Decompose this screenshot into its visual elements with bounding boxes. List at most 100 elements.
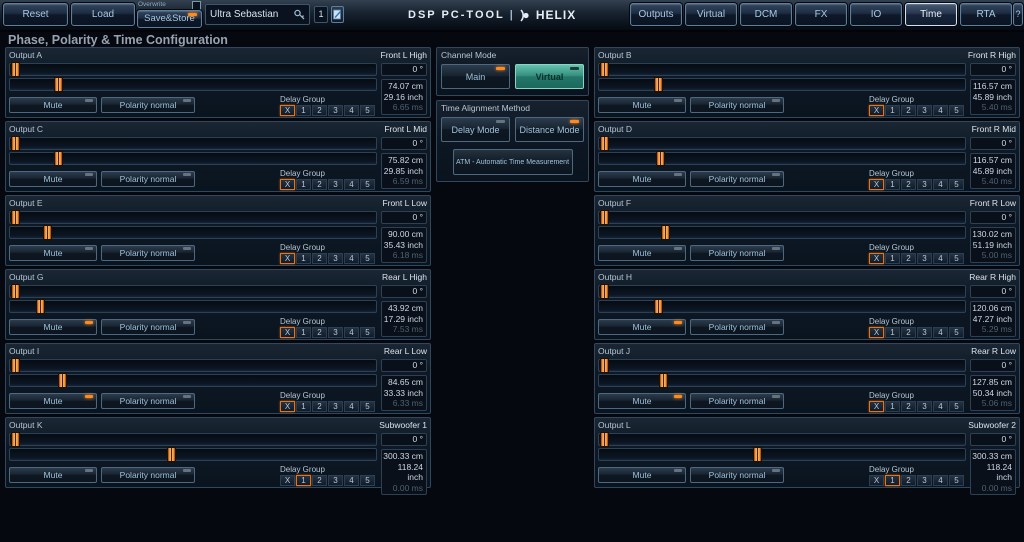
- delay-group-1[interactable]: 1: [296, 105, 311, 116]
- mute-button[interactable]: Mute: [9, 467, 97, 483]
- phase-slider-handle[interactable]: [11, 62, 20, 77]
- delay-group-X[interactable]: X: [280, 401, 295, 412]
- nav-outputs[interactable]: Outputs: [630, 3, 682, 26]
- phase-slider[interactable]: [9, 63, 377, 76]
- save-store-button[interactable]: Save&Store: [137, 10, 202, 28]
- nav-fx[interactable]: FX: [795, 3, 847, 26]
- nav-rta[interactable]: RTA: [960, 3, 1012, 26]
- delay-group-5[interactable]: 5: [360, 105, 375, 116]
- delay-group-X[interactable]: X: [869, 105, 884, 116]
- polarity-button[interactable]: Polarity normal: [101, 245, 195, 261]
- distance-slider[interactable]: [9, 152, 377, 165]
- phase-slider[interactable]: [598, 137, 966, 150]
- distance-info-box[interactable]: 130.02 cm 51.19 inch 5.00 ms: [970, 227, 1016, 263]
- delay-group-2[interactable]: 2: [312, 475, 327, 486]
- polarity-button[interactable]: Polarity normal: [101, 319, 195, 335]
- distance-slider[interactable]: [9, 78, 377, 91]
- delay-group-3[interactable]: 3: [917, 401, 932, 412]
- delay-group-X[interactable]: X: [280, 475, 295, 486]
- polarity-button[interactable]: Polarity normal: [690, 393, 784, 409]
- delay-group-5[interactable]: 5: [360, 401, 375, 412]
- delay-group-2[interactable]: 2: [901, 105, 916, 116]
- distance-slider[interactable]: [598, 152, 966, 165]
- delay-group-1[interactable]: 1: [296, 253, 311, 264]
- distance-cm-value[interactable]: 300.33 cm: [382, 451, 423, 462]
- polarity-button[interactable]: Polarity normal: [101, 171, 195, 187]
- polarity-button[interactable]: Polarity normal: [101, 467, 195, 483]
- phase-value-field[interactable]: 0 °: [381, 285, 427, 298]
- mute-button[interactable]: Mute: [598, 245, 686, 261]
- delay-group-X[interactable]: X: [869, 179, 884, 190]
- distance-cm-value[interactable]: 116.57 cm: [971, 155, 1012, 166]
- phase-slider-handle[interactable]: [600, 210, 609, 225]
- phase-value-field[interactable]: 0 °: [381, 137, 427, 150]
- mute-button[interactable]: Mute: [598, 319, 686, 335]
- delay-group-X[interactable]: X: [869, 327, 884, 338]
- distance-info-box[interactable]: 74.07 cm 29.16 inch 6.65 ms: [381, 79, 427, 115]
- phase-value-field[interactable]: 0 °: [381, 433, 427, 446]
- delay-group-2[interactable]: 2: [901, 475, 916, 486]
- phase-value-field[interactable]: 0 °: [970, 63, 1016, 76]
- delay-group-3[interactable]: 3: [917, 253, 932, 264]
- delay-group-2[interactable]: 2: [312, 401, 327, 412]
- delay-group-2[interactable]: 2: [312, 327, 327, 338]
- distance-slider-handle[interactable]: [43, 225, 52, 240]
- distance-cm-value[interactable]: 75.82 cm: [382, 155, 423, 166]
- delay-group-5[interactable]: 5: [360, 179, 375, 190]
- reset-button[interactable]: Reset: [3, 3, 68, 26]
- delay-group-4[interactable]: 4: [933, 327, 948, 338]
- device-count-field[interactable]: 1: [314, 6, 328, 23]
- distance-slider-handle[interactable]: [58, 373, 67, 388]
- delay-group-X[interactable]: X: [869, 475, 884, 486]
- delay-group-5[interactable]: 5: [949, 253, 964, 264]
- distance-info-box[interactable]: 84.65 cm 33.33 inch 6.33 ms: [381, 375, 427, 411]
- distance-info-box[interactable]: 127.85 cm 50.34 inch 5.06 ms: [970, 375, 1016, 411]
- delay-group-3[interactable]: 3: [917, 105, 932, 116]
- delay-group-X[interactable]: X: [869, 253, 884, 264]
- distance-slider-handle[interactable]: [167, 447, 176, 462]
- delay-group-4[interactable]: 4: [344, 401, 359, 412]
- distance-slider-handle[interactable]: [36, 299, 45, 314]
- delay-group-X[interactable]: X: [280, 253, 295, 264]
- phase-slider[interactable]: [598, 211, 966, 224]
- distance-slider[interactable]: [598, 78, 966, 91]
- load-button[interactable]: Load: [71, 3, 135, 26]
- distance-cm-value[interactable]: 43.92 cm: [382, 303, 423, 314]
- distance-slider[interactable]: [598, 226, 966, 239]
- phase-slider[interactable]: [9, 433, 377, 446]
- delay-group-4[interactable]: 4: [344, 327, 359, 338]
- phase-slider-handle[interactable]: [11, 210, 20, 225]
- delay-group-4[interactable]: 4: [933, 475, 948, 486]
- phase-slider-handle[interactable]: [11, 136, 20, 151]
- distance-slider[interactable]: [598, 448, 966, 461]
- overwrite-checkbox[interactable]: [192, 1, 201, 10]
- delay-group-1[interactable]: 1: [885, 401, 900, 412]
- phase-value-field[interactable]: 0 °: [381, 359, 427, 372]
- mute-button[interactable]: Mute: [9, 245, 97, 261]
- delay-group-1[interactable]: 1: [296, 401, 311, 412]
- delay-group-1[interactable]: 1: [885, 327, 900, 338]
- delay-group-5[interactable]: 5: [360, 327, 375, 338]
- distance-info-box[interactable]: 300.33 cm 118.24 inch 0.00 ms: [970, 449, 1016, 495]
- mute-button[interactable]: Mute: [9, 171, 97, 187]
- phase-slider[interactable]: [598, 63, 966, 76]
- phase-slider-handle[interactable]: [600, 432, 609, 447]
- phase-slider[interactable]: [9, 211, 377, 224]
- profile-name-field[interactable]: Ultra Sebastian: [205, 4, 310, 25]
- delay-group-3[interactable]: 3: [328, 179, 343, 190]
- phase-slider[interactable]: [598, 285, 966, 298]
- mute-button[interactable]: Mute: [598, 393, 686, 409]
- phase-slider-handle[interactable]: [11, 284, 20, 299]
- distance-cm-value[interactable]: 127.85 cm: [971, 377, 1012, 388]
- phase-slider-handle[interactable]: [11, 432, 20, 447]
- edit-icon[interactable]: [331, 6, 344, 23]
- delay-group-4[interactable]: 4: [933, 179, 948, 190]
- phase-slider[interactable]: [9, 285, 377, 298]
- phase-value-field[interactable]: 0 °: [381, 211, 427, 224]
- delay-group-5[interactable]: 5: [360, 475, 375, 486]
- delay-group-1[interactable]: 1: [296, 475, 311, 486]
- phase-value-field[interactable]: 0 °: [970, 433, 1016, 446]
- distance-slider-handle[interactable]: [661, 225, 670, 240]
- delay-group-5[interactable]: 5: [949, 401, 964, 412]
- delay-group-2[interactable]: 2: [901, 179, 916, 190]
